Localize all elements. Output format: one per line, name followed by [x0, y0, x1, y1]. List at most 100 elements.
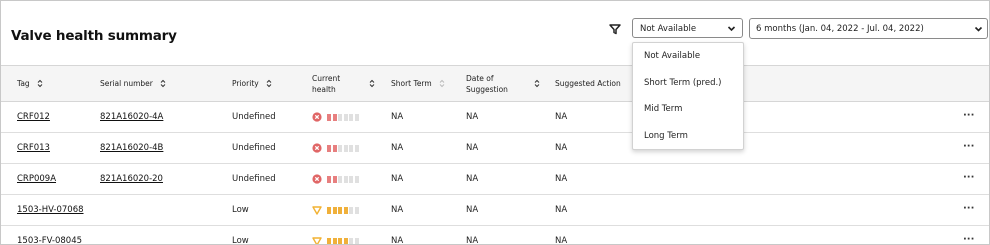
warning-triangle-icon — [312, 206, 322, 215]
dropdown-option-not-available[interactable]: Not Available — [633, 43, 743, 70]
tag-link[interactable]: 1503-HV-07068 — [17, 195, 84, 225]
health-bar-segment — [343, 113, 348, 121]
serial-number-link[interactable]: 821A16020-4B — [100, 133, 163, 163]
column-current-health[interactable]: Current health — [312, 66, 379, 101]
dropdown-option-mid-term[interactable]: Mid Term — [633, 96, 743, 123]
more-options-button[interactable]: ··· — [963, 164, 974, 194]
health-bars — [327, 237, 360, 244]
suggested-action-value: NA — [555, 112, 568, 122]
health-bar-segment — [354, 144, 359, 152]
short-term-value: NA — [391, 174, 404, 184]
serial-number-link[interactable]: 821A16020-20 — [100, 164, 163, 194]
suggested-action-value: NA — [555, 236, 568, 245]
column-tag[interactable]: Tag — [17, 66, 43, 101]
priority-value: Undefined — [232, 112, 276, 122]
health-bar-segment — [338, 144, 342, 152]
table-row[interactable]: CRF013 821A16020-4B Undefined NA NA NA ··· — [1, 133, 989, 164]
page-title: Valve health summary — [11, 28, 177, 44]
health-bars — [327, 206, 360, 214]
more-options-button[interactable]: ··· — [963, 226, 974, 244]
health-bar-segment — [343, 237, 348, 244]
more-options-button[interactable]: ··· — [963, 133, 974, 163]
column-serial-number[interactable]: Serial number — [100, 66, 166, 101]
current-health-indicator — [312, 235, 360, 244]
health-bar-segment — [327, 113, 331, 121]
sort-icon — [369, 79, 375, 88]
priority-value: Low — [232, 205, 249, 215]
current-health-indicator — [312, 173, 360, 185]
dropdown-option-long-term[interactable]: Long Term — [633, 123, 743, 150]
suggested-action-value: NA — [555, 205, 568, 215]
health-bar-segment — [343, 144, 348, 152]
filter-icon[interactable] — [608, 22, 622, 36]
term-dropdown-menu: Not Available Short Term (pred.) Mid Ter… — [632, 42, 744, 150]
tag-link[interactable]: CRF012 — [17, 102, 50, 132]
health-bar-segment — [343, 175, 348, 183]
tag-link[interactable]: CRP009A — [17, 164, 56, 194]
date-of-suggestion-value: NA — [466, 236, 479, 245]
sort-icon — [534, 79, 540, 88]
sort-icon — [439, 79, 445, 88]
tag-link[interactable]: 1503-FV-08045 — [17, 226, 82, 244]
current-health-indicator — [312, 142, 360, 154]
serial-number-link[interactable]: 821A16020-4A — [100, 102, 163, 132]
date-of-suggestion-value: NA — [466, 174, 479, 184]
sort-icon — [37, 79, 43, 88]
column-date-of-suggestion[interactable]: Date of Suggestion — [466, 66, 544, 101]
chevron-down-icon — [974, 19, 983, 49]
error-circle-icon — [312, 112, 322, 122]
priority-value: Undefined — [232, 143, 276, 153]
suggested-action-value: NA — [555, 143, 568, 153]
error-circle-icon — [312, 143, 322, 153]
health-bar-segment — [332, 206, 337, 214]
table-header: Tag Serial number Priority Current healt… — [1, 66, 989, 102]
table-body: CRF012 821A16020-4A Undefined NA NA NA ··· CRF0… — [1, 102, 989, 245]
health-bar-segment — [327, 175, 331, 183]
health-bar-segment — [354, 206, 359, 214]
priority-value: Undefined — [232, 174, 276, 184]
period-select[interactable]: 6 months (Jan. 04, 2022 - Jul. 04, 2022) — [749, 18, 988, 39]
date-of-suggestion-value: NA — [466, 205, 479, 215]
valve-table: Tag Serial number Priority Current healt… — [1, 65, 989, 245]
health-bar-segment — [338, 113, 342, 121]
health-bar-segment — [354, 113, 359, 121]
health-bar-segment — [338, 206, 342, 214]
health-bar-segment — [343, 206, 348, 214]
date-of-suggestion-value: NA — [466, 112, 479, 122]
current-health-indicator — [312, 204, 360, 216]
term-select[interactable]: Not Available — [632, 18, 743, 38]
table-row[interactable]: 1503-FV-08045 Low NA NA NA ··· — [1, 226, 989, 245]
column-priority[interactable]: Priority — [232, 66, 272, 101]
dropdown-option-short-term[interactable]: Short Term (pred.) — [633, 70, 743, 97]
health-bars — [327, 144, 360, 152]
health-bar-segment — [354, 175, 359, 183]
period-select-value: 6 months (Jan. 04, 2022 - Jul. 04, 2022) — [756, 24, 924, 34]
health-bar-segment — [327, 237, 331, 244]
health-bar-segment — [349, 206, 353, 214]
more-options-button[interactable]: ··· — [963, 102, 974, 132]
health-bar-segment — [349, 237, 353, 244]
health-bar-segment — [332, 113, 337, 121]
priority-value: Low — [232, 236, 249, 245]
table-row[interactable]: CRP009A 821A16020-20 Undefined NA NA NA ··· — [1, 164, 989, 195]
table-row[interactable]: CRF012 821A16020-4A Undefined NA NA NA ··· — [1, 102, 989, 133]
short-term-value: NA — [391, 143, 404, 153]
health-bar-segment — [354, 237, 359, 244]
health-bars — [327, 113, 360, 121]
column-suggested-action: Suggested Action — [555, 79, 621, 88]
suggested-action-value: NA — [555, 174, 568, 184]
tag-link[interactable]: CRF013 — [17, 133, 50, 163]
current-health-indicator — [312, 111, 360, 123]
valve-health-panel: Valve health summary Not Available 6 mon… — [0, 0, 990, 245]
health-bar-segment — [349, 113, 353, 121]
health-bar-segment — [327, 144, 331, 152]
health-bar-segment — [332, 144, 337, 152]
column-short-term[interactable]: Short Term — [391, 66, 445, 101]
health-bar-segment — [349, 144, 353, 152]
health-bar-segment — [338, 175, 342, 183]
health-bar-segment — [327, 206, 331, 214]
more-options-button[interactable]: ··· — [963, 195, 974, 225]
table-row[interactable]: 1503-HV-07068 Low NA NA NA ··· — [1, 195, 989, 226]
error-circle-icon — [312, 174, 322, 184]
health-bars — [327, 175, 360, 183]
